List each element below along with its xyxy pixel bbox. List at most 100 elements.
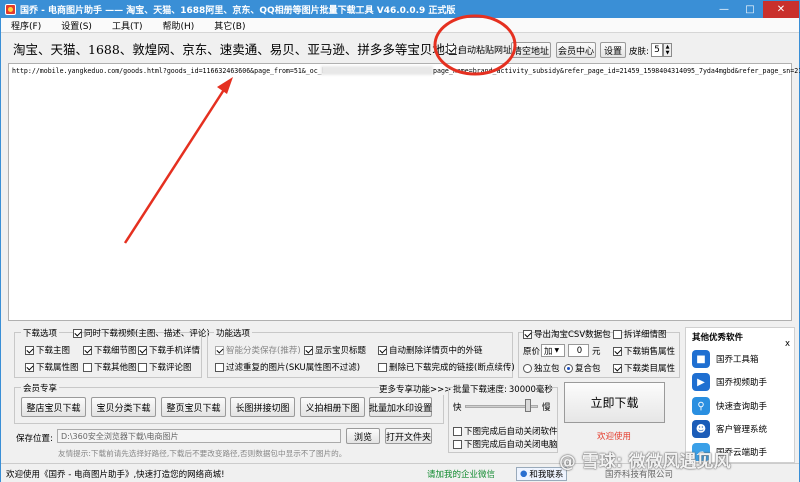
more-features-link[interactable]: 更多专享功能>>> [379, 383, 452, 395]
open-folder-button[interactable]: 打开文件夹 [385, 428, 432, 444]
export-csv-checkbox[interactable] [523, 329, 532, 339]
download-video-label: 同时下载视频(主图、描述、评论) [84, 329, 210, 339]
download-attr-checkbox[interactable] [25, 362, 34, 372]
app-logo-icon [5, 4, 16, 15]
clear-url-button[interactable]: 清空地址 [511, 42, 551, 58]
skin-input[interactable]: 5 [651, 43, 663, 57]
shutdown-option[interactable]: 下图完成后自动关闭电脑 [453, 438, 558, 450]
export-csv-option[interactable]: 导出淘宝CSV数据包 [523, 328, 611, 340]
url-textarea[interactable]: http://mobile.yangkeduo.com/goods.html?g… [8, 63, 800, 321]
combined-pack-option[interactable]: 复合包 [564, 362, 601, 374]
download-video-checkbox[interactable] [73, 328, 82, 338]
maximize-icon[interactable]: □ [737, 1, 763, 18]
sidebar-item-label: 国乔视频助手 [716, 378, 768, 388]
menu-program[interactable]: 程序(F) [1, 19, 51, 32]
chat-icon: ● [520, 469, 528, 479]
smart-save-label: 智能分类保存(推荐) [226, 346, 301, 356]
single-pack-label: 独立包 [534, 364, 560, 374]
panel-close-icon[interactable]: x [785, 339, 790, 349]
save-location-label: 保存位置: [16, 434, 53, 444]
sidebar-item-label: 快速查询助手 [716, 402, 768, 412]
shutdown-label: 下图完成后自动关闭电脑 [464, 440, 558, 450]
sidebar-item-query[interactable]: ⚲ 快速查询助手 [692, 397, 767, 415]
close-software-checkbox[interactable] [453, 426, 462, 436]
show-title-checkbox[interactable] [304, 345, 313, 355]
speed-slider-thumb[interactable] [525, 399, 532, 412]
search-icon: ⚲ [692, 397, 710, 415]
download-main-checkbox[interactable] [25, 345, 34, 355]
toolbox-icon: ■ [692, 350, 710, 368]
other-software-title: 其他优秀软件 [692, 333, 744, 343]
sales-attr-checkbox[interactable] [613, 346, 622, 356]
show-title-option[interactable]: 显示宝贝标题 [304, 344, 366, 356]
download-other-label: 下载其他图 [94, 363, 137, 373]
split-details-checkbox[interactable] [613, 329, 622, 339]
filter-duplicate-option[interactable]: 过滤重复的图片(SKU属性图不过滤) [215, 361, 360, 373]
menu-help[interactable]: 帮助(H) [152, 19, 204, 32]
download-other-option[interactable]: 下载其他图 [83, 361, 137, 373]
sidebar-item-toolbox[interactable]: ■ 国乔工具箱 [692, 350, 759, 368]
sidebar-item-video[interactable]: ▶ 国乔视频助手 [692, 373, 767, 391]
watermark-settings-button[interactable]: 批量加水印设置 [369, 397, 432, 417]
shop-download-button[interactable]: 整店宝贝下载 [21, 397, 86, 417]
settings-button[interactable]: 设置 [600, 42, 626, 58]
split-details-label: 拆详细情图 [624, 330, 667, 340]
close-software-option[interactable]: 下图完成后自动关闭软件 [453, 425, 558, 437]
combined-pack-radio[interactable] [564, 363, 573, 373]
split-details-option[interactable]: 拆详细情图 [613, 328, 667, 340]
category-download-button[interactable]: 宝贝分类下载 [91, 397, 156, 417]
menu-tools[interactable]: 工具(T) [102, 19, 153, 32]
price-operator-select[interactable]: 加 ▼ [541, 344, 565, 357]
auto-paste-option[interactable]: 自动粘贴网址 [447, 43, 512, 56]
single-pack-radio[interactable] [523, 363, 532, 373]
delete-downloaded-checkbox[interactable] [378, 362, 387, 372]
save-path-input[interactable]: D:\360安全浏览器下载\电商图片 [57, 429, 341, 443]
url-text-left: http://mobile.yangkeduo.com/goods.html?g… [12, 67, 326, 75]
category-attr-option[interactable]: 下载类目属性 [613, 362, 675, 374]
other-software-panel: 其他优秀软件 x ■ 国乔工具箱 ▶ 国乔视频助手 ⚲ 快速查询助手 ☻ 客户管理系统 … [685, 327, 795, 463]
shutdown-checkbox[interactable] [453, 439, 462, 449]
auto-paste-checkbox[interactable] [447, 45, 456, 54]
member-center-button[interactable]: 会员中心 [556, 42, 596, 58]
page-download-button[interactable]: 整页宝贝下载 [161, 397, 226, 417]
smart-save-option[interactable]: 智能分类保存(推荐) [215, 344, 301, 356]
sales-attr-option[interactable]: 下载销售属性 [613, 345, 675, 357]
title-bar: 国乔 - 电商图片助手 —— 淘宝、天猫、1688阿里、京东、QQ相册等图片批量… [1, 1, 799, 18]
filter-duplicate-label: 过滤重复的图片(SKU属性图不过滤) [226, 363, 361, 373]
download-attr-option[interactable]: 下载属性图 [25, 361, 79, 373]
download-review-label: 下载评论图 [149, 363, 192, 373]
download-main-option[interactable]: 下载主图 [25, 344, 70, 356]
single-pack-option[interactable]: 独立包 [523, 362, 560, 374]
category-attr-checkbox[interactable] [613, 363, 622, 373]
auto-delete-option[interactable]: 自动删除详情页中的外链 [378, 344, 483, 356]
combined-pack-label: 复合包 [575, 364, 601, 374]
minimize-icon[interactable]: — [711, 1, 737, 18]
wechat-link[interactable]: 请加我的企业微信 [427, 468, 495, 480]
skin-spinner[interactable]: ▲ ▼ [663, 43, 672, 57]
filter-duplicate-checkbox[interactable] [215, 362, 224, 372]
auto-delete-checkbox[interactable] [378, 345, 387, 355]
menu-settings[interactable]: 设置(S) [51, 19, 102, 32]
download-detail-option[interactable]: 下载细节图 [83, 344, 137, 356]
download-video-option[interactable]: 同时下载视频(主图、描述、评论) [73, 327, 210, 339]
yuan-label: 元 [592, 347, 601, 357]
download-review-option[interactable]: 下载评论图 [138, 361, 192, 373]
download-other-checkbox[interactable] [83, 362, 92, 372]
album-download-button[interactable]: 义拍相册下图 [300, 397, 365, 417]
sidebar-item-crm[interactable]: ☻ 客户管理系统 [692, 420, 767, 438]
speed-value: 30000毫秒 [508, 385, 553, 395]
download-mobile-checkbox[interactable] [138, 345, 147, 355]
menu-other[interactable]: 其它(B) [204, 19, 255, 32]
close-icon[interactable]: ✕ [763, 1, 799, 18]
long-image-button[interactable]: 长图拼接切图 [230, 397, 295, 417]
download-review-checkbox[interactable] [138, 362, 147, 372]
browse-button[interactable]: 浏览 [346, 428, 380, 444]
category-attr-label: 下载类目属性 [624, 364, 676, 374]
download-detail-checkbox[interactable] [83, 345, 92, 355]
download-mobile-option[interactable]: 下载手机详情 [138, 344, 200, 356]
download-now-button[interactable]: 立即下载 [564, 382, 665, 423]
watermark-text: @ 雪球: 微微风遇见风 [559, 452, 731, 472]
smart-save-checkbox[interactable] [215, 345, 224, 355]
delete-downloaded-option[interactable]: 删除已下载完成的链接(断点续传) [378, 361, 515, 373]
price-value-input[interactable]: 0 [568, 344, 589, 357]
